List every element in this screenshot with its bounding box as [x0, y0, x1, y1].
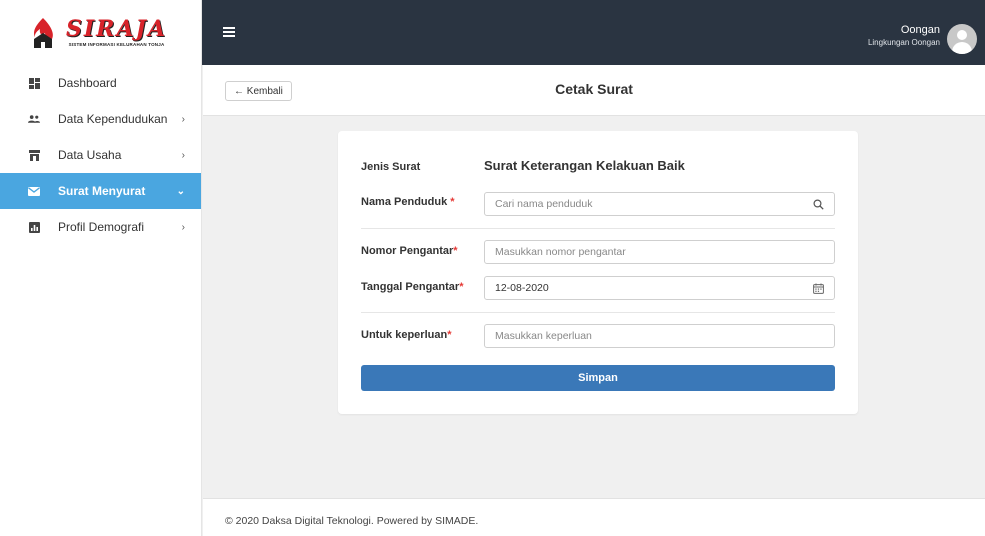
required-mark: * — [453, 245, 458, 257]
page-title: Cetak Surat — [555, 81, 633, 97]
sidebar-item-data-kependudukan[interactable]: Data Kependudukan › — [0, 101, 201, 137]
page-header: ← Kembali Cetak Surat — [203, 65, 985, 116]
nama-penduduk-input[interactable] — [495, 198, 812, 210]
sidebar-item-dashboard[interactable]: Dashboard — [0, 65, 201, 101]
nama-penduduk-label: Nama Penduduk * — [361, 196, 455, 208]
required-mark: * — [447, 196, 455, 208]
divider — [361, 228, 835, 229]
chevron-down-icon: ⌄ — [176, 185, 185, 197]
tanggal-pengantar-field[interactable]: 12-08-2020 — [484, 276, 835, 300]
user-info[interactable]: Oongan Lingkungan Oongan — [868, 24, 940, 48]
tanggal-pengantar-value: 12-08-2020 — [495, 282, 549, 294]
sidebar-item-surat-menyurat[interactable]: Surat Menyurat ⌄ — [0, 173, 201, 209]
nomor-pengantar-label: Nomor Pengantar* — [361, 245, 458, 257]
sidebar-item-label: Surat Menyurat — [58, 184, 146, 198]
sidebar-menu: Dashboard Data Kependudukan › Data Usaha… — [0, 65, 201, 245]
sidebar-item-label: Profil Demografi — [58, 220, 145, 234]
required-mark: * — [447, 329, 452, 341]
sidebar-item-label: Dashboard — [58, 76, 117, 90]
nomor-pengantar-input[interactable] — [495, 246, 824, 258]
mail-icon — [28, 185, 40, 197]
user-name: Oongan — [900, 24, 940, 36]
tanggal-pengantar-label: Tanggal Pengantar* — [361, 281, 464, 293]
chevron-right-icon: › — [181, 221, 185, 233]
nomor-pengantar-field[interactable] — [484, 240, 835, 264]
calendar-icon[interactable] — [812, 282, 824, 294]
footer-text: © 2020 Daksa Digital Teknologi. Powered … — [225, 515, 479, 527]
sidebar-item-label: Data Usaha — [58, 148, 122, 162]
sidebar-item-data-usaha[interactable]: Data Usaha › — [0, 137, 201, 173]
footer: © 2020 Daksa Digital Teknologi. Powered … — [203, 498, 985, 536]
sidebar: SIRAJA SISTEM INFORMASI KELURAHAN TONJA … — [0, 0, 202, 536]
jenis-surat-row: Jenis Surat Surat Keterangan Kelakuan Ba… — [361, 158, 835, 178]
tanggal-pengantar-row: Tanggal Pengantar* 12-08-2020 — [361, 274, 835, 300]
user-role: Lingkungan Oongan — [867, 38, 940, 47]
keperluan-input[interactable] — [495, 330, 824, 342]
divider — [361, 312, 835, 313]
store-icon — [28, 149, 40, 161]
menu-toggle-icon[interactable] — [223, 27, 235, 37]
chart-icon — [28, 221, 40, 233]
nama-penduduk-row: Nama Penduduk * — [361, 190, 835, 216]
logo-flame-icon — [34, 17, 53, 48]
chevron-right-icon: › — [181, 113, 185, 125]
nomor-pengantar-row: Nomor Pengantar* — [361, 238, 835, 264]
topbar: Oongan Lingkungan Oongan — [202, 0, 985, 65]
jenis-surat-value: Surat Keterangan Kelakuan Baik — [484, 158, 685, 173]
nama-penduduk-search[interactable] — [484, 192, 835, 216]
required-mark: * — [459, 281, 464, 293]
jenis-surat-label: Jenis Surat — [361, 161, 421, 173]
sidebar-item-label: Data Kependudukan — [58, 112, 168, 126]
search-icon[interactable] — [812, 198, 824, 210]
logo-title: SIRAJA — [66, 16, 168, 42]
chevron-right-icon: › — [181, 149, 185, 161]
keperluan-field[interactable] — [484, 324, 835, 348]
sidebar-item-profil-demografi[interactable]: Profil Demografi › — [0, 209, 201, 245]
keperluan-row: Untuk keperluan* — [361, 323, 835, 348]
logo-subtitle: SISTEM INFORMASI KELURAHAN TONJA — [68, 42, 165, 47]
brand-logo[interactable]: SIRAJA SISTEM INFORMASI KELURAHAN TONJA — [0, 0, 201, 65]
avatar[interactable] — [947, 24, 977, 54]
dashboard-icon — [28, 77, 40, 89]
keperluan-label: Untuk keperluan* — [361, 329, 452, 341]
simpan-button[interactable]: Simpan — [361, 365, 835, 391]
users-icon — [28, 113, 40, 125]
form-card: Jenis Surat Surat Keterangan Kelakuan Ba… — [338, 131, 858, 414]
